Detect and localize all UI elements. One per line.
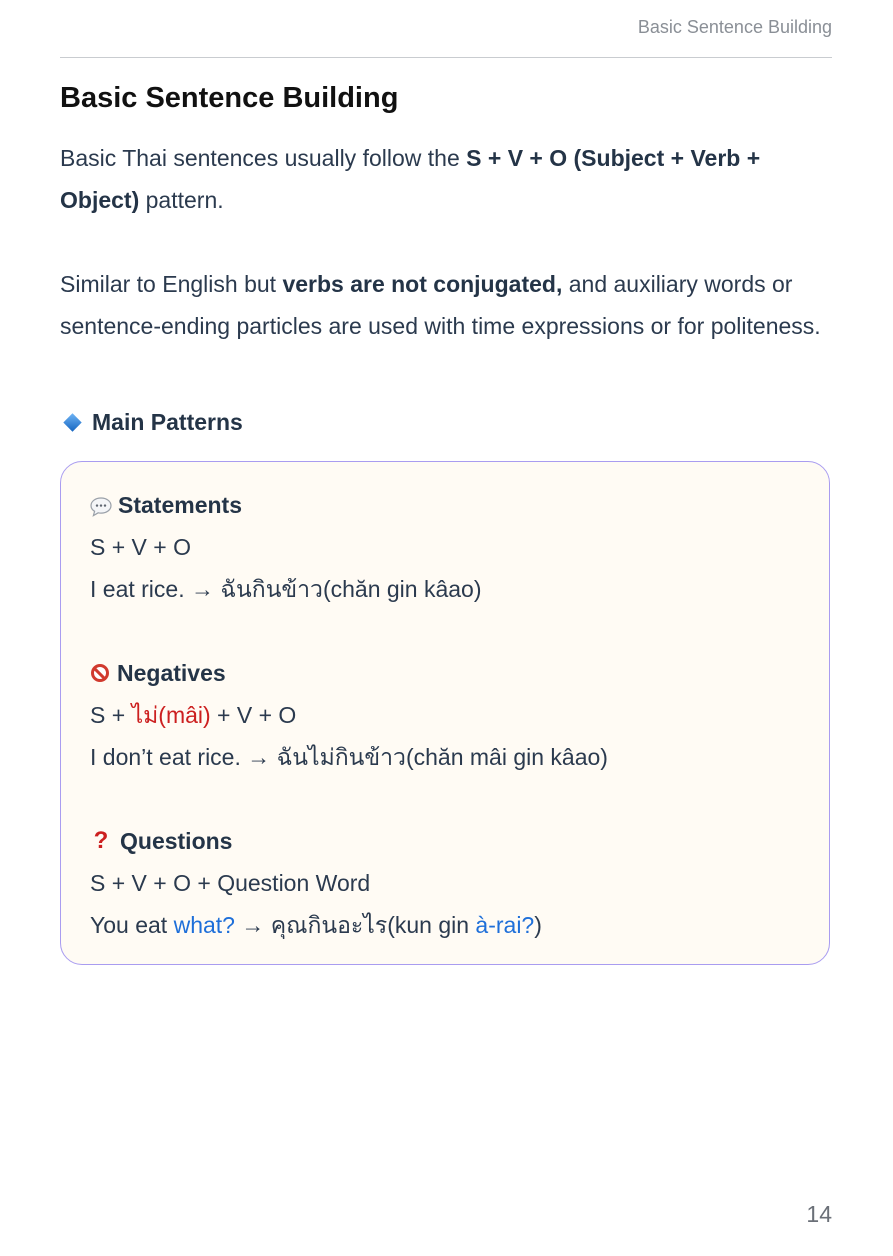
intro-p2-text: Similar to English but xyxy=(60,271,283,297)
negatives-particle: ไม่(mâi) xyxy=(131,702,211,728)
intro-paragraph-conjugation: Similar to English but verbs are not con… xyxy=(60,263,835,347)
intro-paragraph-pattern: Basic Thai sentences usually follow the … xyxy=(60,137,835,221)
questions-pattern: S + V + O + Question Word xyxy=(90,870,371,896)
prohibited-icon xyxy=(91,664,109,682)
questions-word-english: what? xyxy=(173,912,235,938)
negatives-block: Negatives S + ไม่(mâi) + V + O I don’t e… xyxy=(90,652,608,778)
question-mark-icon: ? xyxy=(93,827,109,854)
questions-example: You eat what? → คุณกินอะไร(kun gin à-rai… xyxy=(90,904,542,946)
questions-heading: ? Questions xyxy=(90,820,542,862)
negatives-title: Negatives xyxy=(117,659,226,686)
patterns-card: Statements S + V + O I eat rice. → ฉันกิ… xyxy=(60,461,830,965)
intro-p2-bold: verbs are not conjugated, xyxy=(282,271,563,297)
questions-word-thai: à-rai? xyxy=(475,912,535,938)
intro-p1-text: Basic Thai sentences usually follow the xyxy=(60,145,467,171)
negatives-example: I don’t eat rice. → ฉันไม่กินข้าว(chăn m… xyxy=(90,744,608,770)
negatives-pattern-end: + V + O xyxy=(210,702,297,728)
statements-heading: Statements xyxy=(90,484,482,526)
page-title: Basic Sentence Building xyxy=(60,82,399,114)
negatives-heading: Negatives xyxy=(90,652,608,694)
intro-p1-tail: pattern. xyxy=(139,187,224,213)
negatives-pattern: S + ไม่(mâi) + V + O xyxy=(90,694,608,736)
questions-example-thai: → คุณกินอะไร(kun gin xyxy=(234,912,476,938)
statements-block: Statements S + V + O I eat rice. → ฉันกิ… xyxy=(90,484,482,610)
speech-bubble-icon xyxy=(90,496,112,517)
running-header: Basic Sentence Building xyxy=(637,17,832,37)
statements-title: Statements xyxy=(118,491,242,518)
questions-block: ? Questions S + V + O + Question Word Yo… xyxy=(90,820,542,946)
statements-example: I eat rice. → ฉันกินข้าว(chăn gin kâao) xyxy=(90,576,482,602)
statements-pattern: S + V + O xyxy=(90,534,191,560)
questions-title: Questions xyxy=(120,827,233,854)
blue-diamond-icon xyxy=(63,413,82,432)
page-number: 14 xyxy=(806,1201,832,1227)
questions-example-start: You eat xyxy=(90,912,174,938)
questions-example-end: ) xyxy=(534,912,542,938)
header-divider xyxy=(60,57,832,58)
main-patterns-title: Main Patterns xyxy=(92,409,243,435)
main-patterns-heading: Main Patterns xyxy=(60,409,243,436)
negatives-pattern-start: S + xyxy=(90,702,132,728)
